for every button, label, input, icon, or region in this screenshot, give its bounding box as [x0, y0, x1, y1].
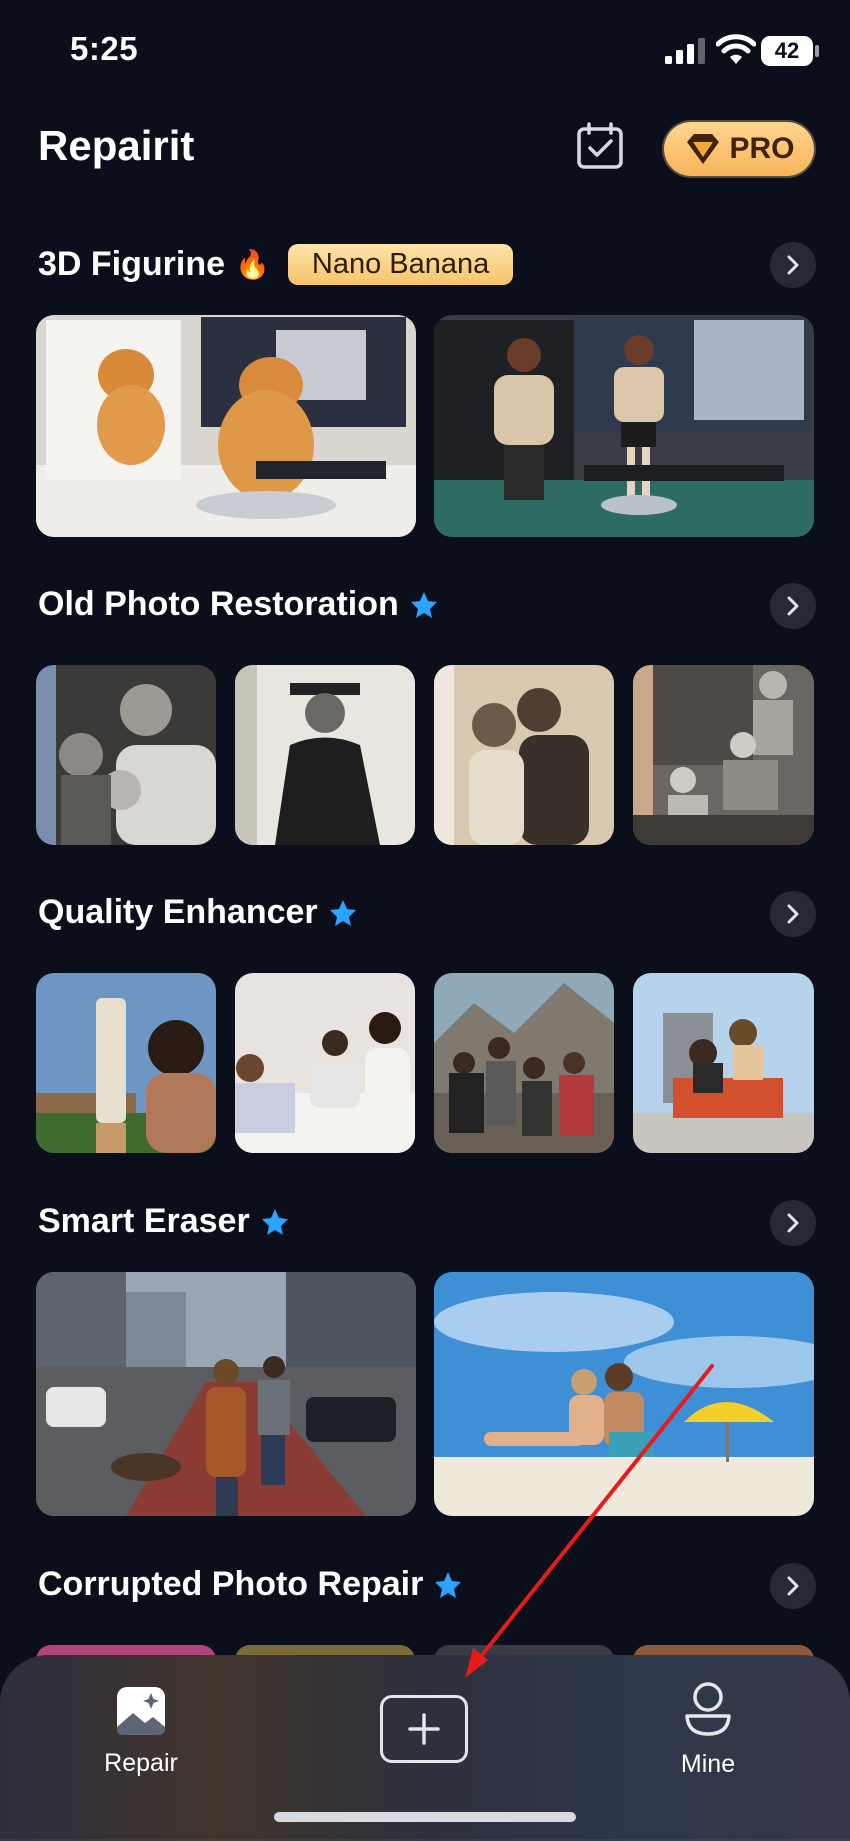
battery-icon: 42	[761, 36, 813, 66]
section-title-smart-eraser: Smart Eraser	[38, 1202, 290, 1241]
section-label: 3D Figurine	[38, 245, 226, 283]
thumbnail-old-photo-family[interactable]	[36, 665, 216, 845]
figurine-woman-image	[434, 315, 814, 537]
tab-mine[interactable]: Mine	[663, 1680, 753, 1779]
thumbnail-old-photo-couple[interactable]	[434, 665, 614, 845]
thumbnail-quality-cart[interactable]	[633, 973, 814, 1153]
page-title: Repairit	[38, 122, 195, 169]
section-title-corrupted-photo-repair: Corrupted Photo Repair	[38, 1565, 463, 1604]
section-label: Smart Eraser	[38, 1202, 250, 1240]
quality-cart-image	[633, 973, 814, 1153]
tab-repair[interactable]: Repair	[96, 1685, 186, 1778]
thumbnail-figurine-woman[interactable]	[434, 315, 814, 537]
section-more-button-3d-figurine[interactable]	[770, 242, 816, 288]
eraser-street-image	[36, 1272, 416, 1516]
thumbnail-quality-group[interactable]	[434, 973, 614, 1153]
figurine-cat-image	[36, 315, 416, 537]
section-title-quality-enhancer: Quality Enhancer	[38, 893, 358, 932]
sparkle-star-icon	[435, 1571, 462, 1598]
thumbnail-eraser-beach[interactable]	[434, 1272, 814, 1516]
calendar-check-icon[interactable]	[574, 120, 626, 172]
nano-banana-badge: Nano Banana	[287, 244, 514, 285]
section-more-button-corrupted-photo[interactable]	[770, 1563, 816, 1609]
tab-mine-label: Mine	[680, 1750, 736, 1778]
section-more-button-quality-enhancer[interactable]	[770, 891, 816, 937]
chevron-right-icon	[787, 1213, 799, 1233]
fire-icon: 🔥	[235, 249, 270, 280]
section-label: Corrupted Photo Repair	[38, 1565, 424, 1603]
eraser-beach-image	[434, 1272, 814, 1516]
section-title-3d-figurine: 3D Figurine 🔥 Nano Banana	[38, 244, 514, 285]
quality-pisa-image	[36, 973, 216, 1153]
quality-family-image	[235, 973, 415, 1153]
thumbnail-quality-family[interactable]	[235, 973, 415, 1153]
thumbnail-old-photo-graduate[interactable]	[235, 665, 415, 845]
thumbnail-eraser-street[interactable]	[36, 1272, 416, 1516]
status-bar: 5:25 42	[0, 0, 850, 100]
user-profile-icon	[685, 1682, 731, 1736]
thumbnail-figurine-cat[interactable]	[36, 315, 416, 537]
old-photo-family-image	[36, 665, 216, 845]
sparkle-star-icon	[410, 591, 437, 618]
thumbnail-old-photo-children[interactable]	[633, 665, 814, 845]
section-more-button-smart-eraser[interactable]	[770, 1200, 816, 1246]
chevron-right-icon	[787, 904, 799, 924]
section-label: Quality Enhancer	[38, 893, 318, 931]
old-photo-children-image	[633, 665, 814, 845]
chevron-right-icon	[787, 255, 799, 275]
wifi-icon	[716, 34, 756, 64]
home-indicator	[274, 1812, 576, 1822]
image-sparkle-icon	[117, 1687, 165, 1735]
thumbnail-quality-pisa[interactable]	[36, 973, 216, 1153]
chevron-right-icon	[787, 596, 799, 616]
pro-button[interactable]: PRO	[664, 122, 814, 176]
battery-tip	[815, 45, 819, 57]
old-photo-graduate-image	[235, 665, 415, 845]
chevron-right-icon	[787, 1576, 799, 1596]
section-title-old-photo-restoration: Old Photo Restoration	[38, 585, 439, 624]
status-time: 5:25	[70, 30, 139, 67]
plus-icon	[408, 1713, 440, 1745]
section-more-button-old-photo[interactable]	[770, 583, 816, 629]
tab-repair-label: Repair	[104, 1749, 178, 1777]
cellular-signal-icon	[665, 38, 705, 64]
quality-group-image	[434, 973, 614, 1153]
section-label: Old Photo Restoration	[38, 585, 399, 623]
pro-label: PRO	[729, 132, 795, 165]
sparkle-star-icon	[329, 899, 356, 926]
sparkle-star-icon	[261, 1208, 288, 1235]
old-photo-couple-image	[434, 665, 614, 845]
diamond-icon	[687, 134, 720, 164]
add-button[interactable]	[380, 1695, 468, 1763]
